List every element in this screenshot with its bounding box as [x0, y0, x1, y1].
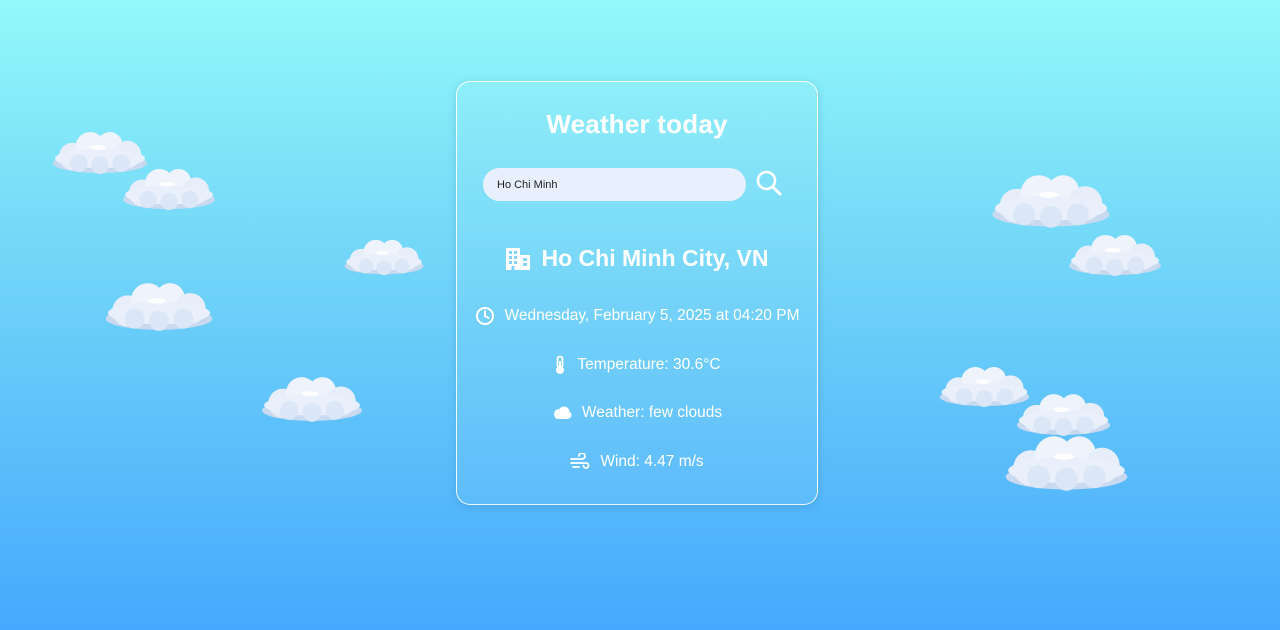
cloud-decoration [1069, 234, 1161, 277]
temperature-text: Temperature: 30.6°C [577, 356, 721, 373]
cloud-decoration [123, 168, 215, 211]
building-icon [506, 247, 531, 270]
cloud-decoration [262, 377, 362, 422]
location-label: Ho Chi Minh City, VN [541, 245, 769, 271]
temperature-row: Temperature: 30.6°C [457, 355, 817, 375]
datetime-text: Wednesday, February 5, 2025 at 04:20 PM [504, 307, 800, 324]
cloud-decoration [992, 175, 1110, 228]
wind-text: Wind: 4.47 m/s [600, 453, 704, 470]
cloud-decoration [105, 283, 213, 331]
location-heading: Ho Chi Minh City, VN [457, 245, 817, 272]
weather-card: Weather today Ho Chi Minh City, VN [456, 81, 818, 505]
wind-row: Wind: 4.47 m/s [457, 453, 817, 471]
clock-icon [475, 307, 494, 325]
cloud-decoration [1016, 394, 1111, 436]
weather-text: Weather: few clouds [581, 404, 723, 421]
wind-icon [570, 453, 590, 469]
app-title: Weather today [546, 109, 728, 139]
search-icon [756, 170, 782, 195]
weather-row: Weather: few clouds [457, 404, 817, 422]
datetime-row: Wednesday, February 5, 2025 at 04:20 PM [457, 306, 817, 326]
search-button[interactable] [753, 168, 785, 200]
cloud-icon [553, 406, 572, 419]
search-input[interactable] [483, 168, 746, 201]
cloud-decoration [344, 239, 424, 276]
cloud-decoration [1005, 436, 1128, 491]
thermometer-icon [556, 355, 565, 374]
